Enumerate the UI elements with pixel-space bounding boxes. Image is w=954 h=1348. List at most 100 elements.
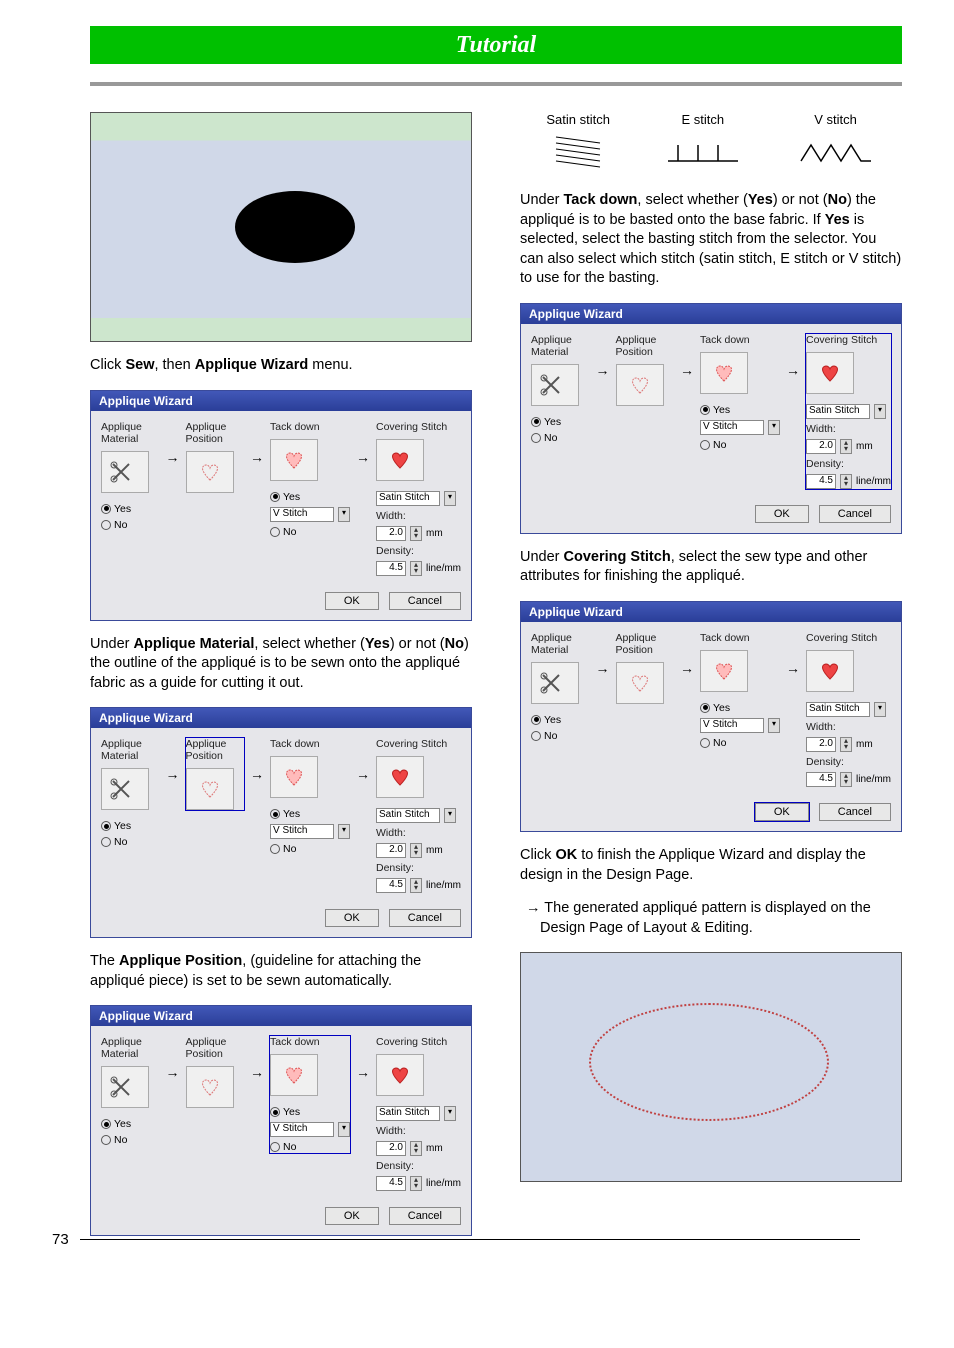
- col-material-label: Applique Material: [531, 632, 590, 656]
- cancel-button[interactable]: Cancel: [819, 505, 891, 523]
- width-spinner[interactable]: ▴▾: [840, 439, 852, 454]
- dropdown-arrow-icon[interactable]: ▾: [874, 404, 886, 419]
- col-tack-label: Tack down: [270, 1036, 350, 1048]
- density-spinner[interactable]: ▴▾: [410, 561, 422, 576]
- dropdown-arrow-icon[interactable]: ▾: [338, 507, 350, 522]
- material-yes-radio[interactable]: Yes: [101, 1118, 160, 1130]
- dropdown-arrow-icon[interactable]: ▾: [444, 808, 456, 823]
- col-covering-label: Covering Stitch: [806, 632, 891, 644]
- dropdown-arrow-icon[interactable]: ▾: [444, 491, 456, 506]
- heart-tack-icon: [700, 650, 748, 692]
- dropdown-arrow-icon[interactable]: ▾: [768, 420, 780, 435]
- dialog-title: Applique Wizard: [91, 1006, 471, 1026]
- tack-no-radio[interactable]: No: [270, 526, 350, 538]
- density-input[interactable]: 4.5: [376, 1176, 406, 1191]
- col-material-label: Applique Material: [101, 421, 160, 445]
- material-no-radio[interactable]: No: [531, 730, 590, 742]
- cancel-button[interactable]: Cancel: [389, 1207, 461, 1225]
- tack-no-radio[interactable]: No: [700, 737, 780, 749]
- applique-wizard-dialog: Applique Wizard Applique Material Yes No…: [90, 390, 472, 621]
- tack-yes-radio[interactable]: Yes: [700, 702, 780, 714]
- tack-stitch-select[interactable]: V Stitch: [270, 507, 334, 522]
- heart-outline-icon: [186, 451, 234, 493]
- width-spinner[interactable]: ▴▾: [410, 526, 422, 541]
- material-yes-radio[interactable]: Yes: [101, 820, 160, 832]
- stitch-diagrams: Satin stitch E stitch V stitch: [520, 112, 902, 169]
- tack-stitch-select[interactable]: V Stitch: [270, 1122, 334, 1137]
- width-input[interactable]: 2.0: [376, 526, 406, 541]
- arrow-icon: →: [250, 738, 264, 782]
- dropdown-arrow-icon[interactable]: ▾: [338, 1122, 350, 1137]
- density-input[interactable]: 4.5: [376, 561, 406, 576]
- covering-stitch-select[interactable]: Satin Stitch: [376, 1106, 440, 1121]
- tack-yes-radio[interactable]: Yes: [270, 491, 350, 503]
- arrow-icon: →: [596, 632, 610, 676]
- material-yes-radio[interactable]: Yes: [101, 503, 160, 515]
- density-input[interactable]: 4.5: [806, 474, 836, 489]
- right-para-1: Under Tack down, select whether (Yes) or…: [520, 191, 902, 289]
- tack-no-radio[interactable]: No: [270, 843, 350, 855]
- covering-stitch-select[interactable]: Satin Stitch: [376, 491, 440, 506]
- tack-stitch-select[interactable]: V Stitch: [270, 824, 334, 839]
- scissors-icon: [101, 451, 149, 493]
- density-spinner[interactable]: ▴▾: [410, 1176, 422, 1191]
- tack-no-radio[interactable]: No: [700, 439, 780, 451]
- width-input[interactable]: 2.0: [806, 737, 836, 752]
- tack-stitch-select[interactable]: V Stitch: [700, 718, 764, 733]
- applique-wizard-dialog: Applique Wizard Applique Material Yes No…: [90, 1005, 472, 1236]
- col-covering-label: Covering Stitch: [376, 1036, 461, 1048]
- header-rule: [90, 82, 902, 86]
- density-spinner[interactable]: ▴▾: [840, 772, 852, 787]
- arrow-icon: →: [596, 334, 610, 378]
- material-no-radio[interactable]: No: [101, 836, 160, 848]
- arrow-icon: →: [356, 421, 370, 465]
- col-tack-label: Tack down: [270, 421, 350, 433]
- heart-filled-icon: [376, 439, 424, 481]
- dropdown-arrow-icon[interactable]: ▾: [338, 824, 350, 839]
- covering-stitch-select[interactable]: Satin Stitch: [806, 404, 870, 419]
- covering-stitch-select[interactable]: Satin Stitch: [806, 702, 870, 717]
- dropdown-arrow-icon[interactable]: ▾: [874, 702, 886, 717]
- density-spinner[interactable]: ▴▾: [410, 878, 422, 893]
- heart-outline-icon: [616, 364, 664, 406]
- ok-button[interactable]: OK: [325, 1207, 379, 1225]
- width-spinner[interactable]: ▴▾: [410, 1141, 422, 1156]
- col-position-label: Applique Position: [616, 334, 675, 358]
- material-yes-radio[interactable]: Yes: [531, 714, 590, 726]
- dialog-title: Applique Wizard: [521, 304, 901, 324]
- tack-yes-radio[interactable]: Yes: [700, 404, 780, 416]
- ok-button[interactable]: OK: [325, 592, 379, 610]
- width-input[interactable]: 2.0: [376, 1141, 406, 1156]
- density-input[interactable]: 4.5: [806, 772, 836, 787]
- material-no-radio[interactable]: No: [531, 432, 590, 444]
- material-no-radio[interactable]: No: [101, 519, 160, 531]
- cancel-button[interactable]: Cancel: [389, 592, 461, 610]
- width-spinner[interactable]: ▴▾: [410, 843, 422, 858]
- density-spinner[interactable]: ▴▾: [840, 474, 852, 489]
- heart-tack-icon: [270, 439, 318, 481]
- ok-button[interactable]: OK: [325, 909, 379, 927]
- width-input[interactable]: 2.0: [376, 843, 406, 858]
- dropdown-arrow-icon[interactable]: ▾: [768, 718, 780, 733]
- width-input[interactable]: 2.0: [806, 439, 836, 454]
- v-stitch-icon: [796, 133, 876, 169]
- arrow-icon: →: [166, 1036, 180, 1080]
- cancel-button[interactable]: Cancel: [389, 909, 461, 927]
- tack-yes-radio[interactable]: Yes: [270, 1106, 350, 1118]
- density-input[interactable]: 4.5: [376, 878, 406, 893]
- ok-button[interactable]: OK: [755, 803, 809, 821]
- width-spinner[interactable]: ▴▾: [840, 737, 852, 752]
- material-no-radio[interactable]: No: [101, 1134, 160, 1146]
- ok-button[interactable]: OK: [755, 505, 809, 523]
- tack-no-radio[interactable]: No: [270, 1141, 350, 1153]
- left-column: Click Sew, then Applique Wizard menu. Ap…: [90, 112, 472, 1236]
- arrow-icon: →: [786, 632, 800, 676]
- v-stitch-label: V stitch: [814, 112, 857, 127]
- material-yes-radio[interactable]: Yes: [531, 416, 590, 428]
- tack-stitch-select[interactable]: V Stitch: [700, 420, 764, 435]
- cancel-button[interactable]: Cancel: [819, 803, 891, 821]
- tack-yes-radio[interactable]: Yes: [270, 808, 350, 820]
- dropdown-arrow-icon[interactable]: ▾: [444, 1106, 456, 1121]
- covering-stitch-select[interactable]: Satin Stitch: [376, 808, 440, 823]
- right-column: Satin stitch E stitch V stitch Under Tac…: [520, 112, 902, 1236]
